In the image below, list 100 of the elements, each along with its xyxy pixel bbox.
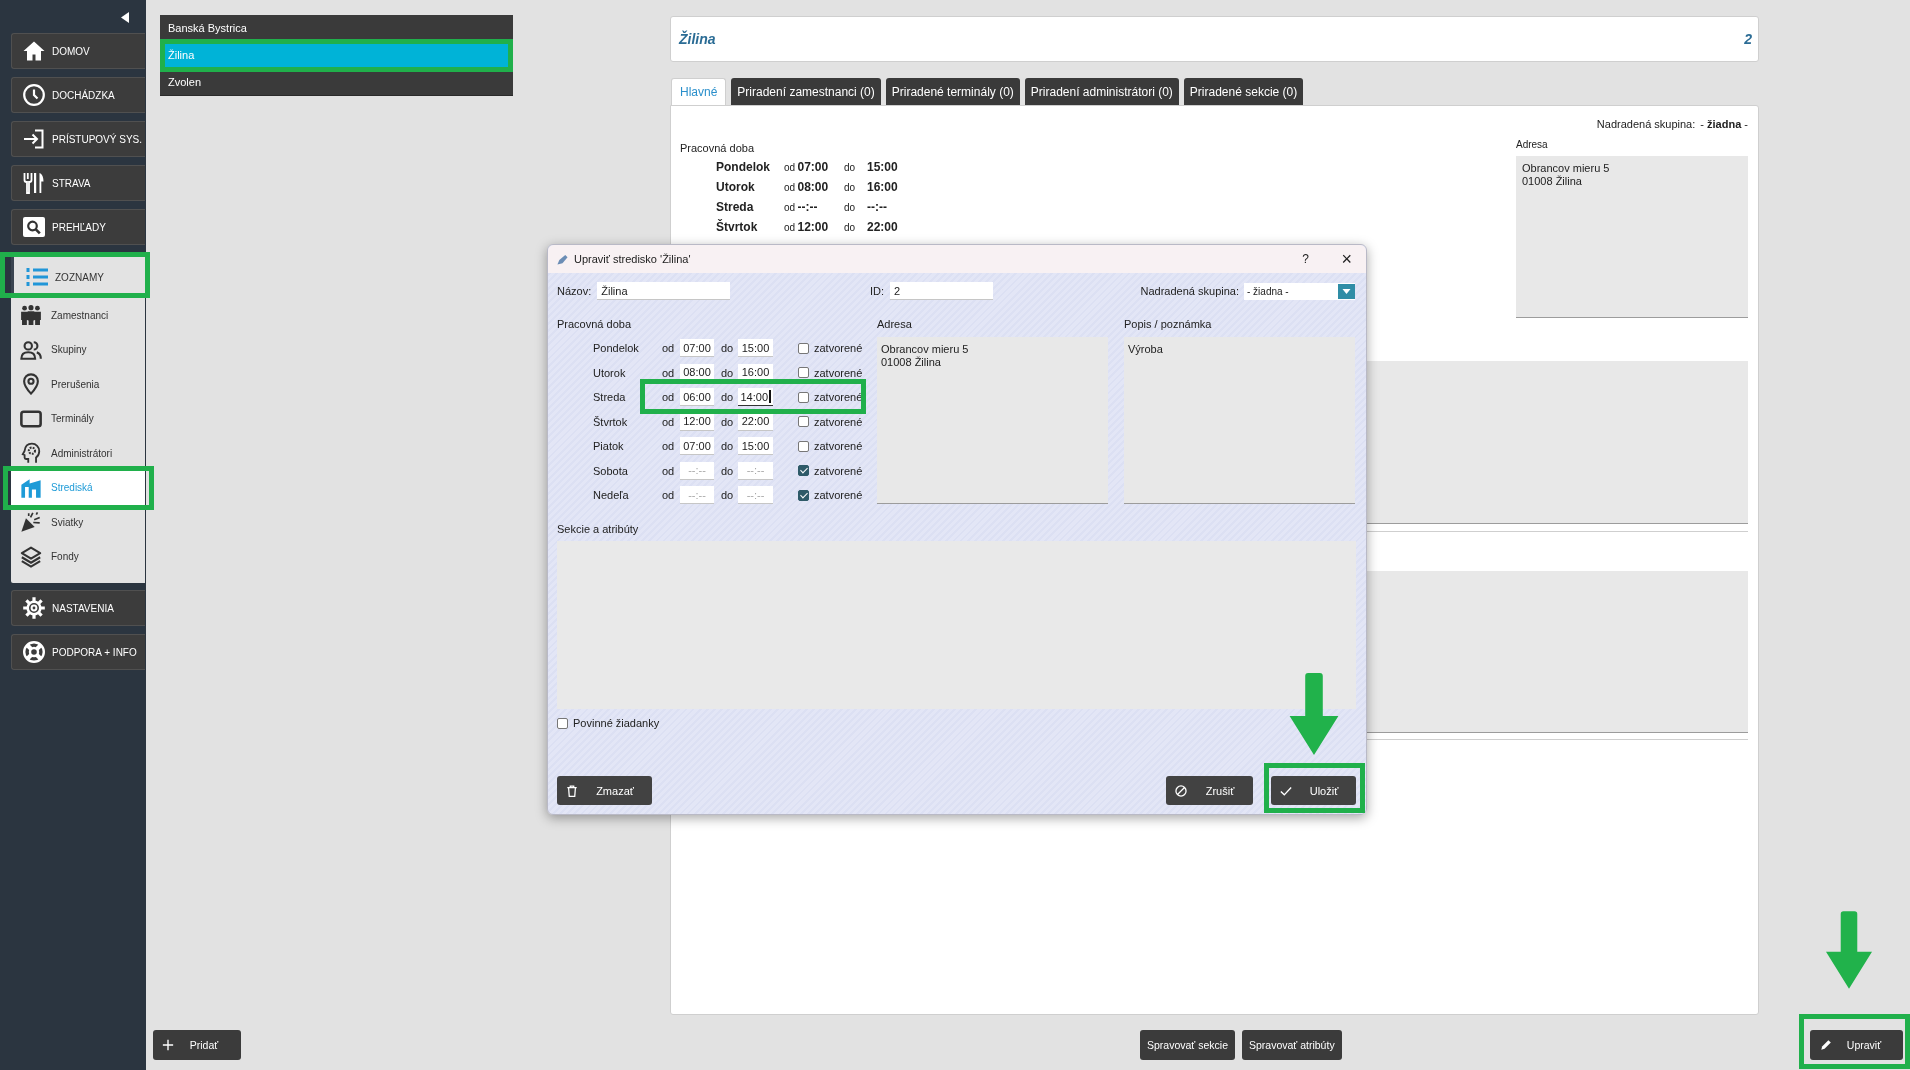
time-field[interactable]: 15:00 (738, 339, 773, 358)
time-value: --:-- (797, 200, 819, 214)
time-field[interactable]: 06:00 (680, 388, 714, 407)
from-label: od (662, 489, 676, 502)
add-button[interactable]: Pridať (153, 1030, 241, 1060)
edit-button[interactable]: Upraviť (1810, 1030, 1903, 1060)
to-label: do (843, 221, 857, 233)
note-field[interactable]: Výroba (1124, 337, 1355, 504)
from-label: od (662, 342, 676, 355)
id-field[interactable]: 2 (890, 282, 994, 300)
time-value: 07:00 (797, 160, 830, 174)
menu-item[interactable]: DOCHÁDZKA (11, 77, 145, 113)
checkbox[interactable] (798, 391, 809, 403)
edit-icon (557, 253, 568, 265)
submenu-item[interactable]: Fondy (11, 539, 145, 574)
clock-icon (22, 83, 46, 107)
field-label: Adresa (1516, 139, 1549, 151)
close-button[interactable]: × (1341, 250, 1352, 268)
checkbox[interactable] (798, 416, 809, 428)
submenu-item[interactable]: Prerušenia (11, 367, 145, 402)
checkmark-icon (1280, 784, 1292, 797)
section-title: Pracovná doba (557, 317, 632, 331)
building-icon (20, 476, 42, 499)
save-button[interactable]: Uložiť (1271, 776, 1356, 805)
checkbox[interactable] (798, 489, 809, 501)
submenu-item[interactable]: Zamestnanci (11, 298, 145, 333)
time-value: 15:00 (867, 160, 899, 174)
from-label: od (784, 161, 797, 173)
field-label: ID: (870, 285, 885, 297)
submenu-item[interactable]: Administrátori (11, 436, 145, 471)
time-field[interactable]: 14:00 (738, 388, 773, 407)
collapse-icon[interactable] (121, 12, 129, 23)
help-button[interactable]: ? (1297, 252, 1314, 266)
menu-item[interactable]: ZOZNAMY (11, 253, 145, 298)
trash-icon (566, 784, 578, 797)
tablet-icon (20, 407, 42, 430)
lifebuoy-icon (22, 640, 46, 664)
to-label: do (721, 415, 735, 428)
tab[interactable]: Priradení administrátori (0) (1024, 78, 1179, 105)
checkbox-label: zatvorené (814, 342, 863, 355)
action-button[interactable]: Spravovať atribúty (1242, 1030, 1342, 1060)
submenu-item[interactable]: Terminály (11, 401, 145, 436)
day-label: Sobota (593, 464, 629, 477)
name-field[interactable]: Žilina (597, 282, 731, 300)
text-cursor (769, 390, 771, 404)
from-label: od (662, 366, 676, 379)
menu-item[interactable]: STRAVA (11, 165, 145, 201)
checkbox[interactable] (557, 717, 568, 729)
from-label: od (662, 440, 676, 453)
submenu-item[interactable]: Skupiny (11, 332, 145, 367)
to-label: do (721, 464, 735, 477)
checkbox-label: Povinné žiadanky (573, 717, 660, 729)
menu-item[interactable]: NASTAVENIA (11, 590, 145, 626)
checkbox-label: zatvorené (814, 440, 863, 453)
day-label: Streda (593, 391, 627, 404)
checkbox[interactable] (798, 367, 809, 379)
time-value: 16:00 (867, 180, 899, 194)
tab[interactable]: Hlavné (671, 78, 727, 105)
to-label: do (843, 161, 857, 173)
to-label: do (721, 366, 735, 379)
to-label: do (843, 201, 857, 213)
party-popper-icon (20, 511, 42, 534)
field-label: Popis / poznámka (1124, 317, 1213, 331)
field-label: Adresa (877, 317, 913, 331)
checkbox-label: zatvorené (814, 489, 863, 502)
time-field[interactable]: 15:00 (738, 437, 773, 456)
location-pin-icon (20, 373, 42, 396)
time-value: 22:00 (867, 220, 899, 234)
search-icon (22, 215, 46, 239)
from-label: od (784, 181, 797, 193)
menu-item[interactable]: PODPORA + INFO (11, 634, 145, 670)
time-value: 08:00 (797, 180, 830, 194)
checkbox[interactable] (798, 465, 809, 477)
tab[interactable]: Priradené terminály (0) (885, 78, 1020, 105)
checkbox[interactable] (798, 440, 809, 452)
head-gear-icon (20, 442, 42, 465)
tab[interactable]: Priradení zamestnanci (0) (731, 78, 881, 105)
from-label: od (662, 415, 676, 428)
dialog-title: Upraviť stredisko 'Žilina' (574, 253, 692, 265)
checkbox[interactable] (798, 342, 809, 354)
time-field[interactable]: 07:00 (680, 437, 714, 456)
day-label: Štvrtok (593, 415, 629, 428)
menu-item[interactable]: PRÍSTUPOVÝ SYS. (11, 121, 145, 157)
address-field[interactable]: Obrancov mieru 5 01008 Žilina (877, 337, 1108, 504)
time-field[interactable]: 07:00 (680, 339, 714, 358)
cancel-button[interactable]: Zrušiť (1166, 776, 1253, 805)
submenu-item[interactable]: Sviatky (11, 505, 145, 540)
center-id: 2 (1744, 31, 1752, 47)
people-icon (20, 304, 42, 327)
menu-item[interactable]: DOMOV (11, 33, 145, 69)
parent-group-dropdown[interactable]: - žiadna - (1244, 282, 1355, 300)
checkbox-label: zatvorené (814, 366, 863, 379)
to-label: do (721, 391, 735, 404)
field-value: - žiadna - (1700, 118, 1748, 130)
delete-button[interactable]: Zmazať (557, 776, 652, 805)
action-button[interactable]: Spravovať sekcie (1140, 1030, 1235, 1060)
tab[interactable]: Priradené sekcie (0) (1183, 78, 1304, 105)
two-people-icon (20, 338, 42, 361)
day-label: Utorok (593, 366, 627, 379)
menu-item[interactable]: PREHĽADY (11, 209, 145, 245)
